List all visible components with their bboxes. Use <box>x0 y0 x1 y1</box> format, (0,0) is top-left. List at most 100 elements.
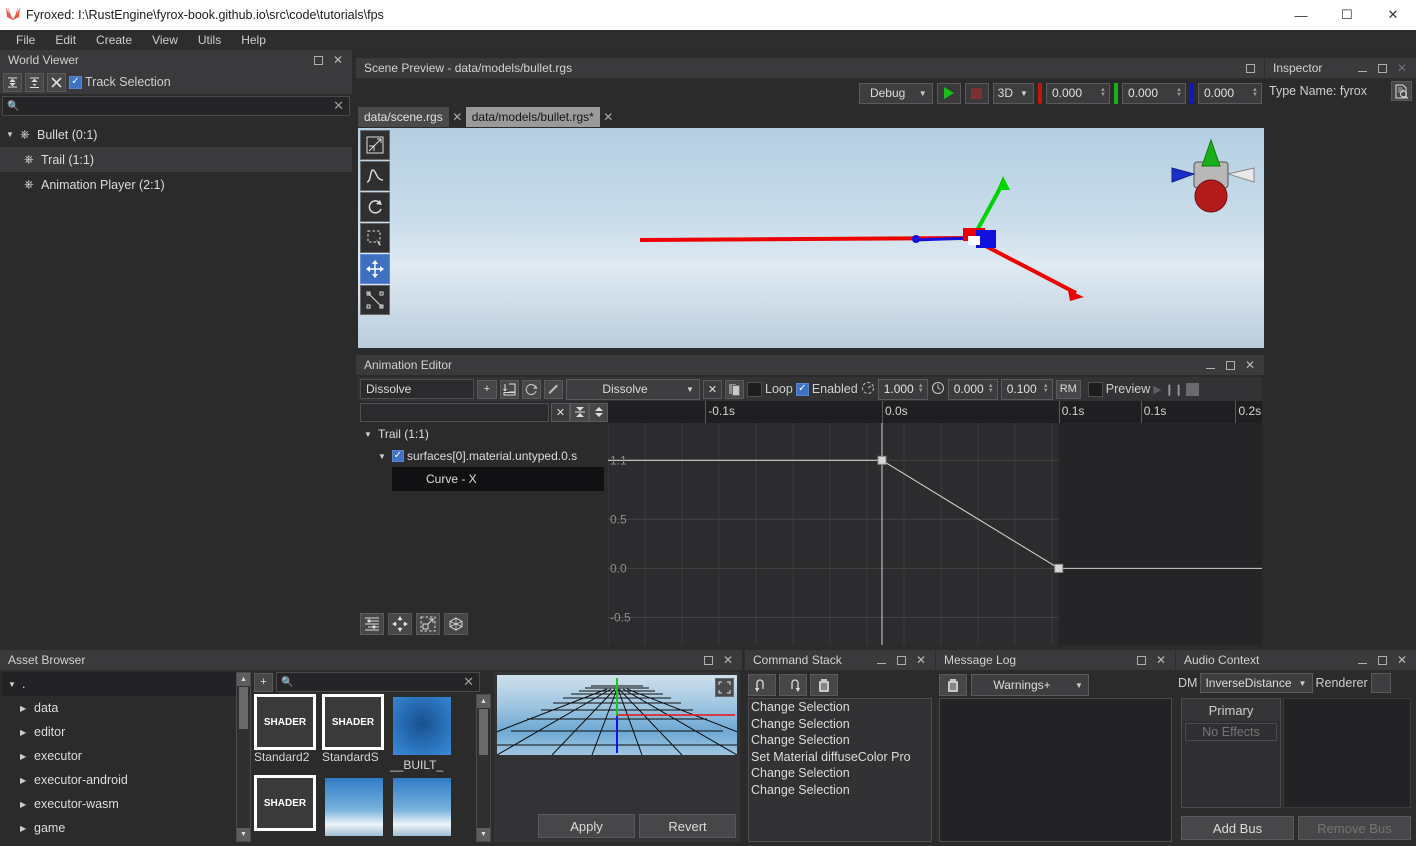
locate-selection-icon[interactable] <box>47 72 66 92</box>
maximize-button[interactable]: ☐ <box>1324 0 1370 30</box>
speed-field[interactable]: 1.000 ▲ ▼ <box>877 378 928 400</box>
apply-button[interactable]: Apply <box>538 814 635 838</box>
track-item-curve-x[interactable]: Curve - X <box>392 467 604 491</box>
stepper-icon[interactable]: ▲ ▼ <box>988 383 997 394</box>
minimize-icon[interactable] <box>1354 60 1370 76</box>
track-item-trail[interactable]: ▼ Trail (1:1) <box>358 423 608 445</box>
close-icon[interactable]: ✕ <box>330 52 346 68</box>
command-item[interactable]: Change Selection <box>751 783 929 800</box>
pause-small-icon[interactable]: ❙❙ <box>1165 383 1183 396</box>
x-coordinate-field[interactable]: 0.000 ▲ ▼ <box>1046 82 1110 104</box>
scene-tab-scene[interactable]: data/scene.rgs <box>358 107 449 127</box>
redo-icon[interactable] <box>779 674 807 696</box>
expand-icon[interactable] <box>589 402 608 422</box>
dimension-dropdown[interactable]: 3D ▼ <box>992 82 1034 104</box>
track-item-surface-property[interactable]: ▼ ✓ surfaces[0].material.untyped.0.s <box>358 445 608 467</box>
minimize-icon[interactable] <box>1354 652 1370 668</box>
folder-item-executor[interactable]: ▶ executor <box>2 744 238 768</box>
tree-item-bullet[interactable]: ▼ ⎈ Bullet (0:1) <box>0 122 352 147</box>
fullscreen-icon[interactable] <box>715 678 734 697</box>
chevron-right-icon[interactable]: ▶ <box>20 704 34 713</box>
folder-item-data[interactable]: ▶ data <box>2 696 238 720</box>
chevron-right-icon[interactable]: ▶ <box>20 752 34 761</box>
expand-all-icon[interactable] <box>25 72 44 92</box>
document-search-icon[interactable] <box>1391 81 1412 101</box>
preview-checkbox[interactable] <box>1087 381 1103 397</box>
maximize-icon[interactable] <box>700 652 716 668</box>
folder-item-executor-wasm[interactable]: ▶ executor-wasm <box>2 792 238 816</box>
asset-tile[interactable]: SHADER <box>254 775 320 842</box>
chevron-right-icon[interactable]: ▶ <box>20 776 34 785</box>
command-item[interactable]: Set Material diffuseColor Pro <box>751 750 929 767</box>
stop-button[interactable] <box>964 82 989 104</box>
command-list[interactable]: Change Selection Change Selection Change… <box>748 698 932 842</box>
audio-effects-area[interactable] <box>1283 698 1411 808</box>
curve-editor[interactable]: 1.1 0.5 0.0 -0.5 <box>608 423 1262 645</box>
stepper-icon[interactable]: ▲ ▼ <box>918 383 927 394</box>
y-coordinate-field[interactable]: 0.000 ▲ ▼ <box>1122 82 1186 104</box>
z-coordinate-field[interactable]: 0.000 ▲ ▼ <box>1198 82 1262 104</box>
asset-tile[interactable]: __BUILT_ <box>390 694 456 775</box>
trash-icon[interactable] <box>939 674 967 696</box>
maximize-icon[interactable] <box>893 652 909 668</box>
minimize-button[interactable]: — <box>1278 0 1324 30</box>
world-viewer-search[interactable]: 🔍 ✕ <box>2 96 350 116</box>
animation-select-dropdown[interactable]: Dissolve ▼ <box>566 378 700 400</box>
close-icon[interactable]: ✕ <box>1153 652 1169 668</box>
menu-item-edit[interactable]: Edit <box>45 33 86 47</box>
renderer-dropdown[interactable] <box>1370 673 1391 693</box>
menu-item-view[interactable]: View <box>142 33 188 47</box>
minimize-icon[interactable] <box>1202 357 1218 373</box>
add-asset-button[interactable]: + <box>254 672 273 692</box>
root-motion-button[interactable]: RM <box>1055 379 1081 399</box>
rotate-tool-button[interactable] <box>360 192 390 222</box>
maximize-icon[interactable] <box>1374 652 1390 668</box>
maximize-icon[interactable] <box>1374 60 1390 76</box>
terrain-tool-button[interactable] <box>360 161 390 191</box>
folder-item-executor-android[interactable]: ▶ executor-android <box>2 768 238 792</box>
audio-bus-item[interactable]: Primary <box>1182 699 1280 721</box>
folder-item-editor[interactable]: ▶ editor <box>2 720 238 744</box>
close-icon[interactable]: ✕ <box>1394 652 1410 668</box>
undo-icon[interactable] <box>748 674 776 696</box>
close-icon[interactable]: ✕ <box>1394 60 1410 76</box>
message-list[interactable] <box>939 698 1172 842</box>
scroll-up-icon[interactable]: ▲ <box>477 695 490 708</box>
debug-mode-dropdown[interactable]: Debug ▼ <box>858 82 933 104</box>
clear-search-icon[interactable]: ✕ <box>463 674 477 690</box>
track-search-input[interactable] <box>360 402 549 422</box>
loop-checkbox[interactable] <box>747 381 762 397</box>
remove-animation-icon[interactable]: ✕ <box>703 379 722 399</box>
close-button[interactable]: ✕ <box>1370 0 1416 30</box>
tree-item-trail[interactable]: ⎈ Trail (1:1) <box>0 147 352 172</box>
maximize-icon[interactable] <box>1242 60 1258 76</box>
log-filter-dropdown[interactable]: Warnings+ ▼ <box>971 674 1089 696</box>
stepper-icon[interactable]: ▲ ▼ <box>1252 87 1261 98</box>
stepper-icon[interactable]: ▲ ▼ <box>1176 87 1185 98</box>
asset-search-input[interactable]: 🔍 ✕ <box>276 672 480 692</box>
distance-model-dropdown[interactable]: InverseDistance ▼ <box>1200 673 1313 693</box>
time-start-field[interactable]: 0.000 ▲ ▼ <box>947 378 998 400</box>
fit-tracks-icon[interactable] <box>360 613 384 635</box>
chevron-right-icon[interactable]: ▶ <box>20 800 34 809</box>
pencil-icon[interactable] <box>544 379 563 399</box>
asset-tile[interactable] <box>390 775 456 842</box>
asset-tile[interactable]: SHADER StandardS <box>322 694 388 775</box>
chevron-down-icon[interactable]: ▼ <box>364 430 378 439</box>
stepper-icon[interactable]: ▲ ▼ <box>1043 383 1052 394</box>
pivot-icon[interactable] <box>444 613 468 635</box>
scale-box-tool-button[interactable] <box>360 285 390 315</box>
reimport-icon[interactable] <box>522 379 541 399</box>
play-button[interactable] <box>936 82 961 104</box>
menu-item-create[interactable]: Create <box>86 33 142 47</box>
scale-tool-button[interactable] <box>360 130 390 160</box>
animation-name-field[interactable]: Dissolve <box>360 379 474 399</box>
collapse-all-icon[interactable] <box>3 72 22 92</box>
close-tab-icon[interactable]: ✕ <box>600 110 617 124</box>
scroll-up-icon[interactable]: ▲ <box>237 673 250 686</box>
move-tool-button[interactable] <box>360 254 390 284</box>
import-icon[interactable] <box>500 379 519 399</box>
zoom-selection-icon[interactable] <box>416 613 440 635</box>
timeline-ruler[interactable]: -0.1s 0.0s 0.1s 0.1s 0.2s <box>608 401 1262 423</box>
add-animation-button[interactable]: + <box>477 379 497 399</box>
